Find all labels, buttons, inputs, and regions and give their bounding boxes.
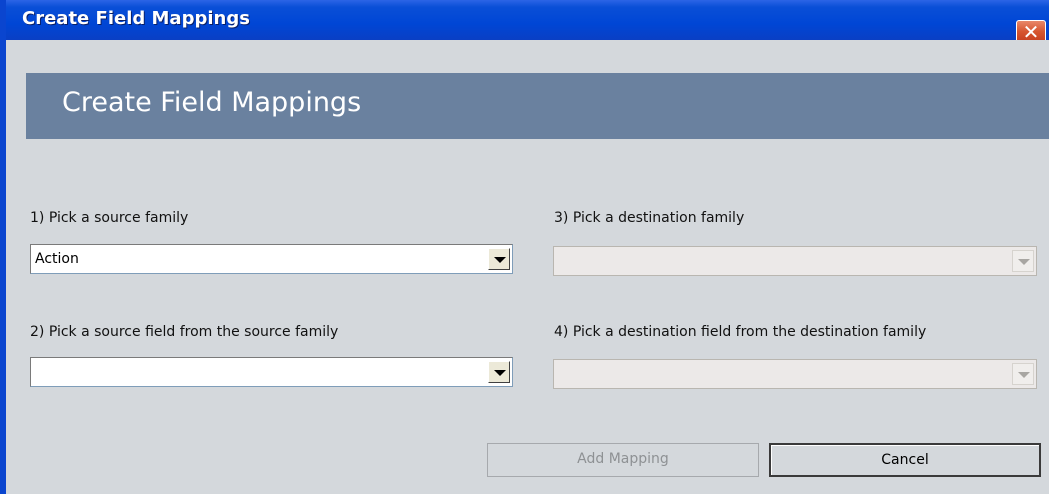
client-top-area bbox=[6, 40, 1049, 58]
source-field-dropdown[interactable] bbox=[30, 357, 513, 387]
header-banner: Create Field Mappings bbox=[26, 73, 1049, 139]
destination-family-dropdown[interactable] bbox=[553, 246, 1037, 276]
cancel-button[interactable]: Cancel bbox=[769, 443, 1041, 477]
chevron-down-icon[interactable] bbox=[1012, 363, 1034, 385]
dialog-window: Create Field Mappings ✕ Create Field Map… bbox=[0, 0, 1049, 494]
page-title: Create Field Mappings bbox=[62, 87, 362, 118]
chevron-down-icon[interactable] bbox=[1012, 250, 1034, 272]
add-mapping-button[interactable]: Add Mapping bbox=[487, 443, 759, 477]
source-family-label: 1) Pick a source family bbox=[30, 210, 189, 226]
destination-field-dropdown[interactable] bbox=[553, 359, 1037, 389]
title-bar[interactable]: Create Field Mappings bbox=[0, 0, 1049, 40]
window-title: Create Field Mappings bbox=[22, 8, 250, 29]
source-family-dropdown[interactable]: Action bbox=[30, 244, 513, 274]
chevron-down-icon[interactable] bbox=[488, 361, 510, 383]
source-field-label: 2) Pick a source field from the source f… bbox=[30, 324, 339, 340]
source-family-value: Action bbox=[35, 251, 79, 267]
destination-field-label: 4) Pick a destination field from the des… bbox=[554, 324, 927, 340]
destination-family-label: 3) Pick a destination family bbox=[554, 210, 745, 226]
chevron-down-icon[interactable] bbox=[488, 248, 510, 270]
